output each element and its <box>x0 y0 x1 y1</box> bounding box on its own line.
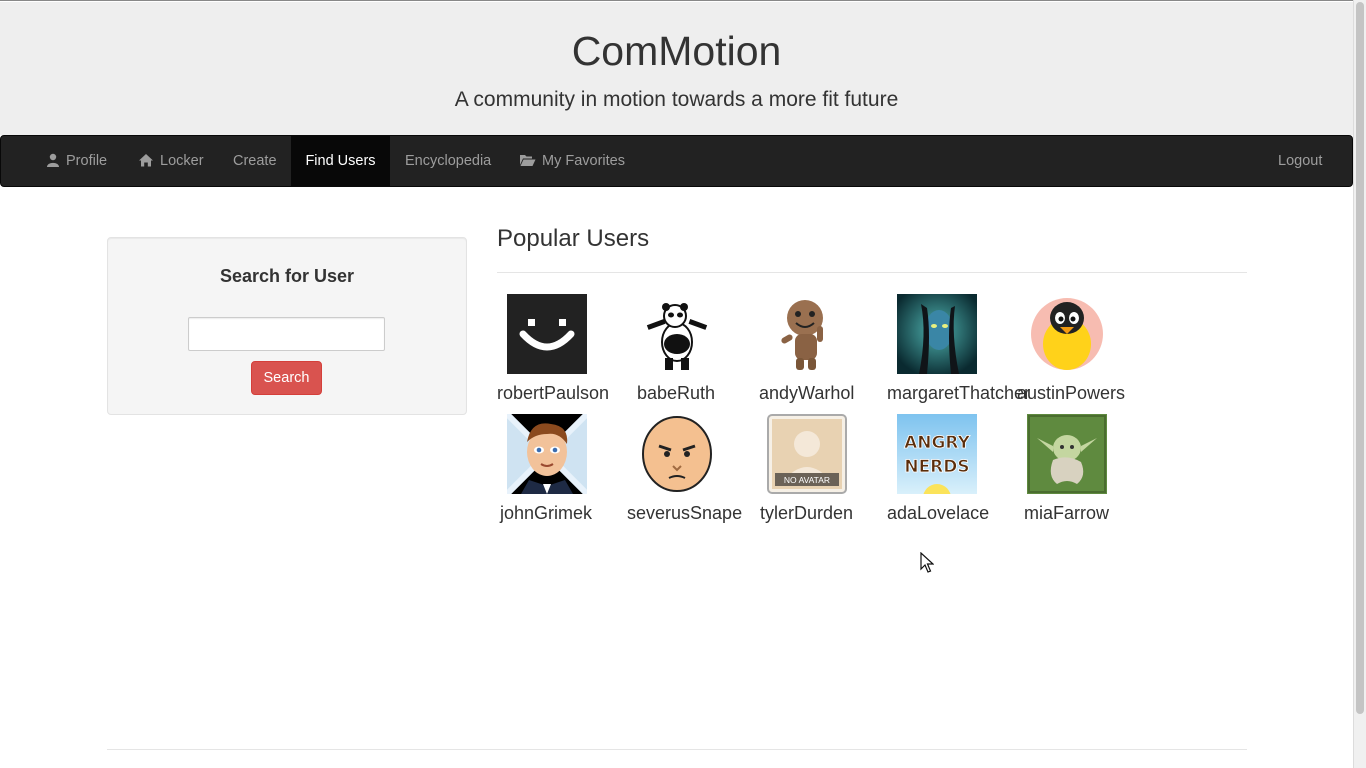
svg-text:NERDS: NERDS <box>904 457 969 477</box>
angry-nerds-avatar[interactable]: ANGRY NERDS <box>897 414 977 494</box>
smiley-avatar[interactable] <box>507 294 587 374</box>
svg-text:ANGRY: ANGRY <box>904 433 970 453</box>
nav-logout-label: Logout <box>1278 153 1323 169</box>
username-label[interactable]: tylerDurden <box>760 503 853 524</box>
no-avatar-text: NO AVATAR <box>784 475 830 485</box>
scrollbar-thumb[interactable] <box>1356 2 1364 714</box>
nav-find-users-label: Find Users <box>305 153 376 169</box>
search-heading: Search for User <box>219 266 355 286</box>
main-navbar: Profile Locker Create Find Users Encyclo… <box>0 135 1353 187</box>
username-label[interactable]: andyWarhol <box>759 383 854 404</box>
username-label[interactable]: adaLovelace <box>887 503 989 524</box>
user-card-johngrimek[interactable]: johnGrimek <box>500 414 630 526</box>
username-label[interactable]: miaFarrow <box>1024 503 1109 524</box>
panda-avatar[interactable] <box>637 294 717 374</box>
mouse-pointer-icon <box>920 551 935 579</box>
page: ComMotion A community in motion towards … <box>0 0 1353 768</box>
folder-open-icon <box>519 138 536 188</box>
no-avatar-placeholder[interactable]: NO AVATAR <box>767 414 847 494</box>
nav-my-favorites-label: My Favorites <box>542 153 625 169</box>
user-card-andywarhol[interactable]: andyWarhol <box>759 294 889 406</box>
username-label[interactable]: margaretThatcher <box>887 383 1030 404</box>
popular-users-title: Popular Users <box>497 225 650 252</box>
site-header: ComMotion A community in motion towards … <box>0 2 1353 135</box>
cartoon-man-avatar[interactable] <box>507 414 587 494</box>
username-label[interactable]: babeRuth <box>637 383 715 404</box>
yoda-avatar[interactable] <box>1027 414 1107 494</box>
avatar-movie-avatar[interactable] <box>897 294 977 374</box>
nav-locker-label: Locker <box>160 153 204 169</box>
user-card-miafarrow[interactable]: miaFarrow <box>1024 414 1154 526</box>
nav-logout[interactable]: Logout <box>1278 136 1322 186</box>
user-card-baberuth[interactable]: babeRuth <box>637 294 767 406</box>
username-label[interactable]: austinPowers <box>1017 383 1125 404</box>
username-label[interactable]: severusSnape <box>627 503 742 524</box>
user-card-severussnape[interactable]: severusSnape <box>627 414 757 526</box>
nav-create-label: Create <box>233 153 277 169</box>
nav-encyclopedia[interactable]: Encyclopedia <box>405 136 491 186</box>
user-card-margaretthatcher[interactable]: margaretThatcher <box>887 294 1030 406</box>
vertical-scrollbar[interactable] <box>1353 0 1366 768</box>
nav-create[interactable]: Create <box>233 136 277 186</box>
user-card-adalovelace[interactable]: ANGRY NERDS adaLovelace <box>887 414 1017 526</box>
search-button[interactable]: Search <box>251 361 322 395</box>
home-icon <box>138 138 154 188</box>
nav-my-favorites[interactable]: My Favorites <box>519 136 625 186</box>
user-icon <box>46 138 60 188</box>
user-card-robertpaulson[interactable]: robertPaulson <box>497 294 627 406</box>
nav-encyclopedia-label: Encyclopedia <box>405 153 492 169</box>
nav-find-users[interactable]: Find Users <box>291 136 390 186</box>
bald-cartoon-avatar[interactable] <box>637 414 717 494</box>
user-search-input[interactable] <box>188 317 385 351</box>
sackboy-avatar[interactable] <box>767 294 847 374</box>
nav-profile[interactable]: Profile <box>46 136 107 186</box>
search-panel: Search for User Search <box>107 237 467 415</box>
section-divider <box>497 272 1247 273</box>
footer-divider <box>107 749 1247 750</box>
site-tagline: A community in motion towards a more fit… <box>454 88 899 111</box>
nav-profile-label: Profile <box>66 153 108 169</box>
user-card-austinpowers[interactable]: austinPowers <box>1017 294 1147 406</box>
site-title: ComMotion <box>571 28 782 74</box>
username-label[interactable]: johnGrimek <box>500 503 592 524</box>
nav-locker[interactable]: Locker <box>138 136 204 186</box>
penguin-avatar[interactable] <box>1027 294 1107 374</box>
username-label[interactable]: robertPaulson <box>497 383 609 404</box>
user-card-tylerdurden[interactable]: NO AVATAR tylerDurden <box>760 414 890 526</box>
